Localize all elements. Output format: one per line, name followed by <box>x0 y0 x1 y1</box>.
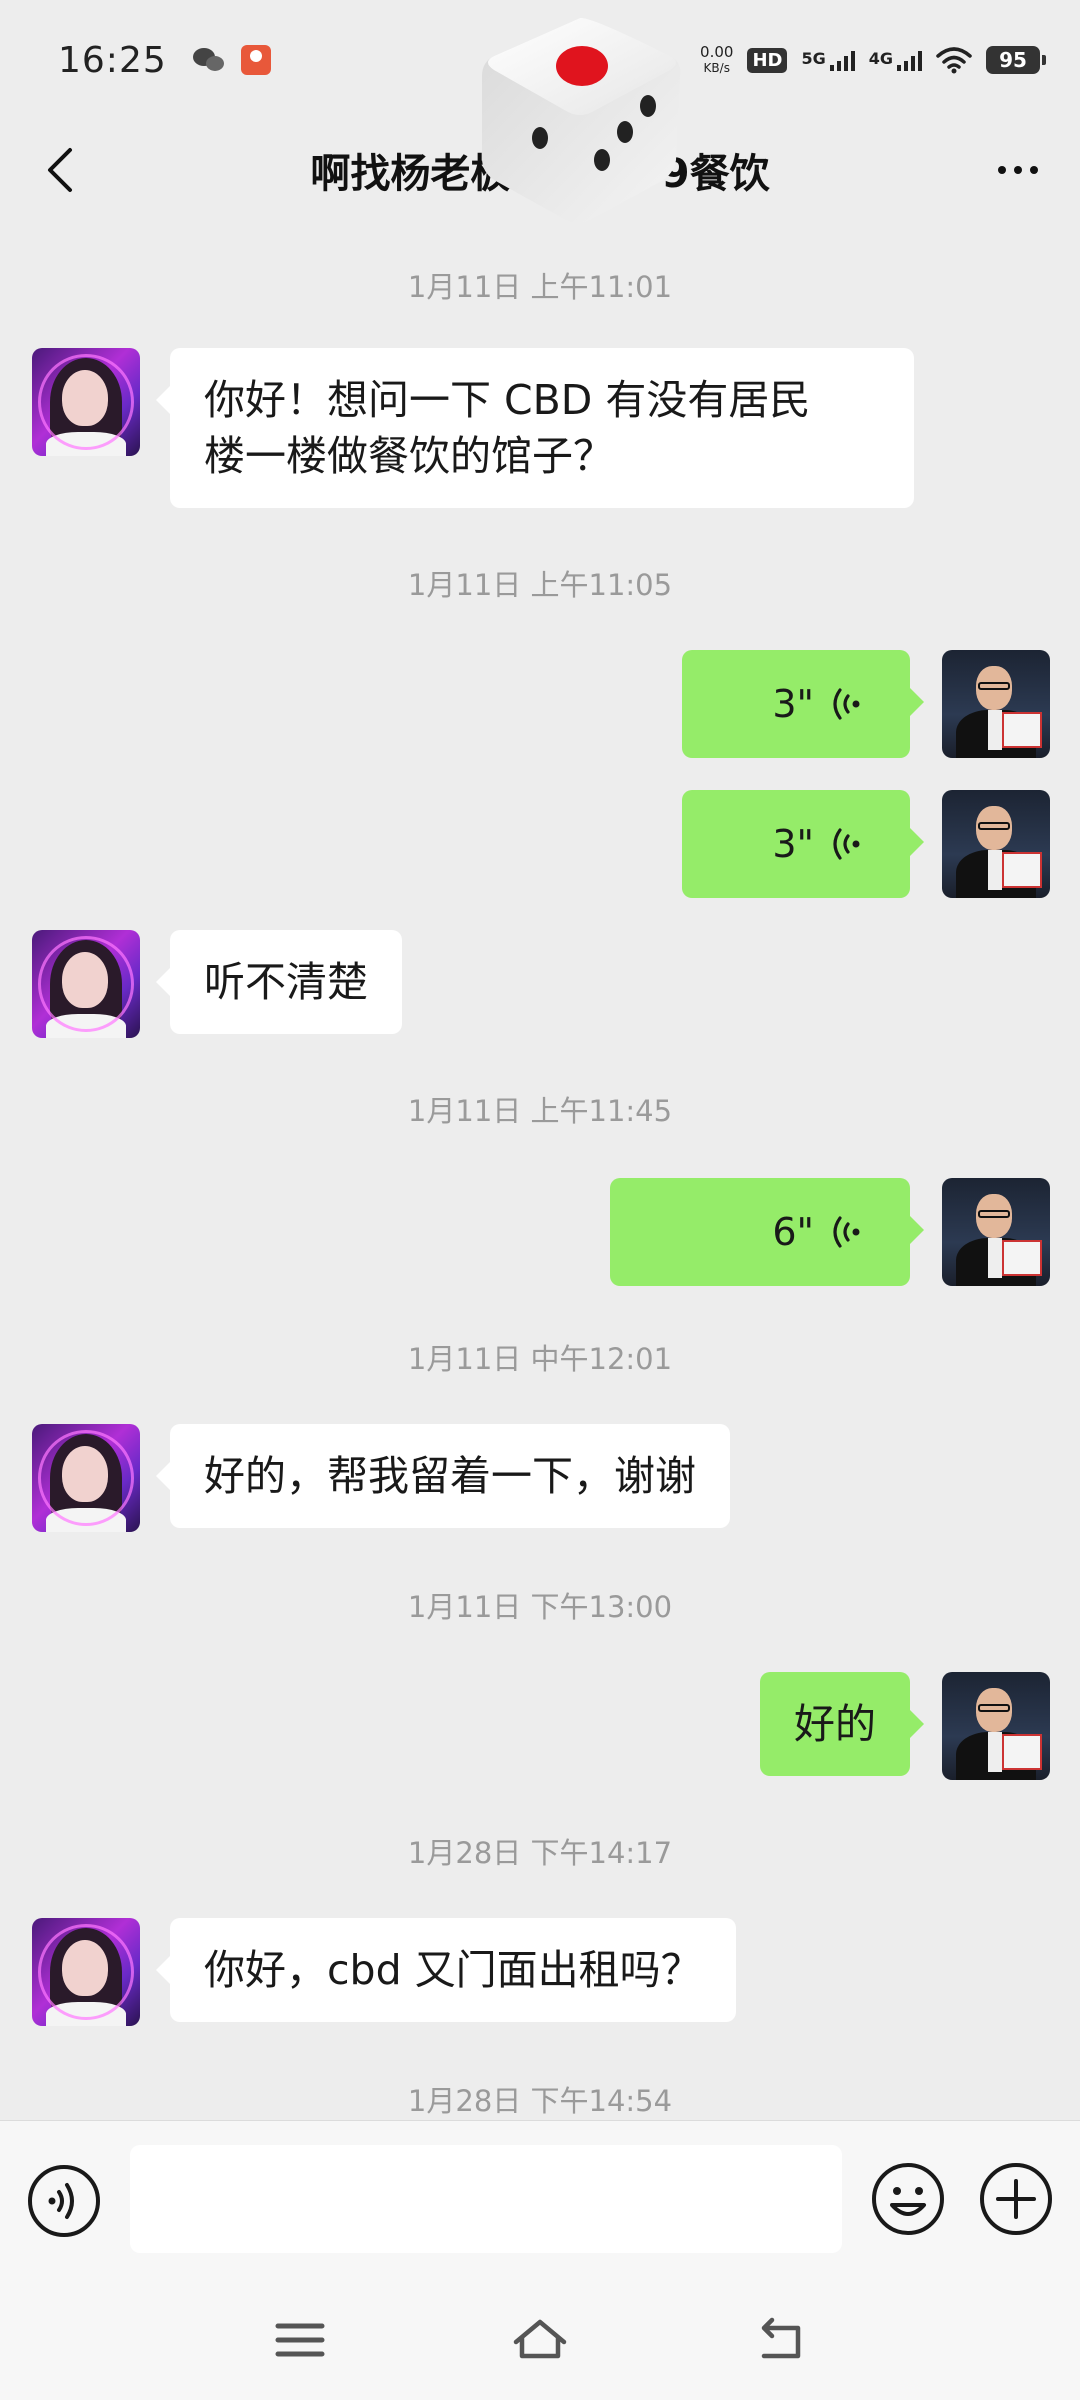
message-text-line: 楼一楼做餐饮的馆子？ <box>204 432 614 480</box>
network-speed-value: 0.00 <box>700 43 734 61</box>
message-text: 好的 <box>794 1700 876 1748</box>
battery-indicator: 95 <box>986 46 1046 74</box>
signal-5g: 5G <box>801 49 855 71</box>
message-text-line: 你好！想问一下 CBD 有没有居民 <box>204 376 811 424</box>
back-button[interactable] <box>30 138 94 202</box>
self-avatar[interactable] <box>942 1672 1050 1780</box>
message-bubble-incoming[interactable]: 好的，帮我留着一下，谢谢 <box>156 1424 730 1528</box>
voice-message-bubble[interactable]: 3" <box>682 650 924 758</box>
voice-input-toggle[interactable] <box>26 2163 102 2239</box>
message-bubble-outgoing[interactable]: 好的 <box>760 1672 924 1776</box>
voice-duration: 3" <box>772 682 814 726</box>
message-text-input[interactable] <box>130 2145 842 2253</box>
status-time: 16:25 <box>58 39 167 81</box>
message-bubble-incoming[interactable]: 你好！想问一下 CBD 有没有居民 楼一楼做餐饮的馆子？ <box>156 348 914 508</box>
message-timestamp: 1月28日 下午14:54 <box>407 2084 673 2118</box>
message-text: 听不清楚 <box>204 958 368 1006</box>
signal-bars-icon <box>897 49 922 71</box>
self-avatar[interactable] <box>942 650 1050 758</box>
message-timestamp: 1月11日 下午13:00 <box>407 1590 673 1624</box>
back-arrow-icon[interactable] <box>750 2310 810 2370</box>
signal-5g-label: 5G <box>801 49 826 68</box>
chat-message-list[interactable]: 1月11日 上午11:01 你好！想问一下 CBD 有没有居民 楼一楼做餐饮的馆… <box>0 220 1080 2120</box>
voice-message-bubble[interactable]: 6" <box>610 1178 924 1286</box>
wechat-notification-icon <box>192 46 227 74</box>
smiley-icon[interactable] <box>870 2161 946 2237</box>
voice-duration: 3" <box>772 822 814 866</box>
voice-wave-icon <box>833 1216 860 1248</box>
dice-icon[interactable] <box>470 10 690 230</box>
message-text: 你好，cbd 又门面出租吗？ <box>204 1946 702 1994</box>
message-timestamp: 1月11日 中午12:01 <box>407 1342 673 1376</box>
notification-icons <box>192 45 271 75</box>
network-speed: 0.00 KB/s <box>700 44 733 76</box>
home-icon[interactable] <box>510 2310 570 2370</box>
voice-wave-icon <box>833 828 860 860</box>
message-bubble-incoming[interactable]: 你好，cbd 又门面出租吗？ <box>156 1918 736 2022</box>
signal-4g-label: 4G <box>868 49 893 68</box>
menu-icon[interactable] <box>270 2310 330 2370</box>
self-avatar[interactable] <box>942 1178 1050 1286</box>
system-navigation-bar <box>0 2280 1080 2400</box>
message-timestamp: 1月11日 上午11:01 <box>407 270 673 304</box>
self-avatar[interactable] <box>942 790 1050 898</box>
voice-wave-icon <box>833 688 860 720</box>
plus-circle-icon[interactable] <box>978 2161 1054 2237</box>
chevron-left-icon <box>48 148 72 192</box>
voice-message-bubble[interactable]: 3" <box>682 790 924 898</box>
message-timestamp: 1月11日 上午11:45 <box>407 1094 673 1128</box>
message-timestamp: 1月28日 下午14:17 <box>407 1836 673 1870</box>
hd-badge: HD <box>747 47 788 73</box>
message-bubble-incoming[interactable]: 听不清楚 <box>156 930 402 1034</box>
app-notification-icon <box>240 45 271 75</box>
contact-avatar[interactable] <box>32 930 140 1038</box>
status-indicators: 0.00 KB/s HD 5G 4G 95 <box>700 44 1046 76</box>
contact-avatar[interactable] <box>32 1424 140 1532</box>
signal-4g: 4G <box>869 49 922 71</box>
contact-avatar[interactable] <box>32 348 140 456</box>
more-options-button[interactable] <box>986 138 1050 202</box>
voice-duration: 6" <box>772 1210 814 1254</box>
wifi-icon <box>936 47 972 74</box>
message-timestamp: 1月11日 上午11:05 <box>407 568 673 602</box>
contact-avatar[interactable] <box>32 1918 140 2026</box>
signal-bars-icon <box>829 49 855 71</box>
network-speed-unit: KB/s <box>703 61 730 75</box>
message-text: 好的，帮我留着一下，谢谢 <box>204 1452 696 1500</box>
more-dots-icon <box>998 166 1006 174</box>
message-input-bar <box>0 2120 1080 2280</box>
